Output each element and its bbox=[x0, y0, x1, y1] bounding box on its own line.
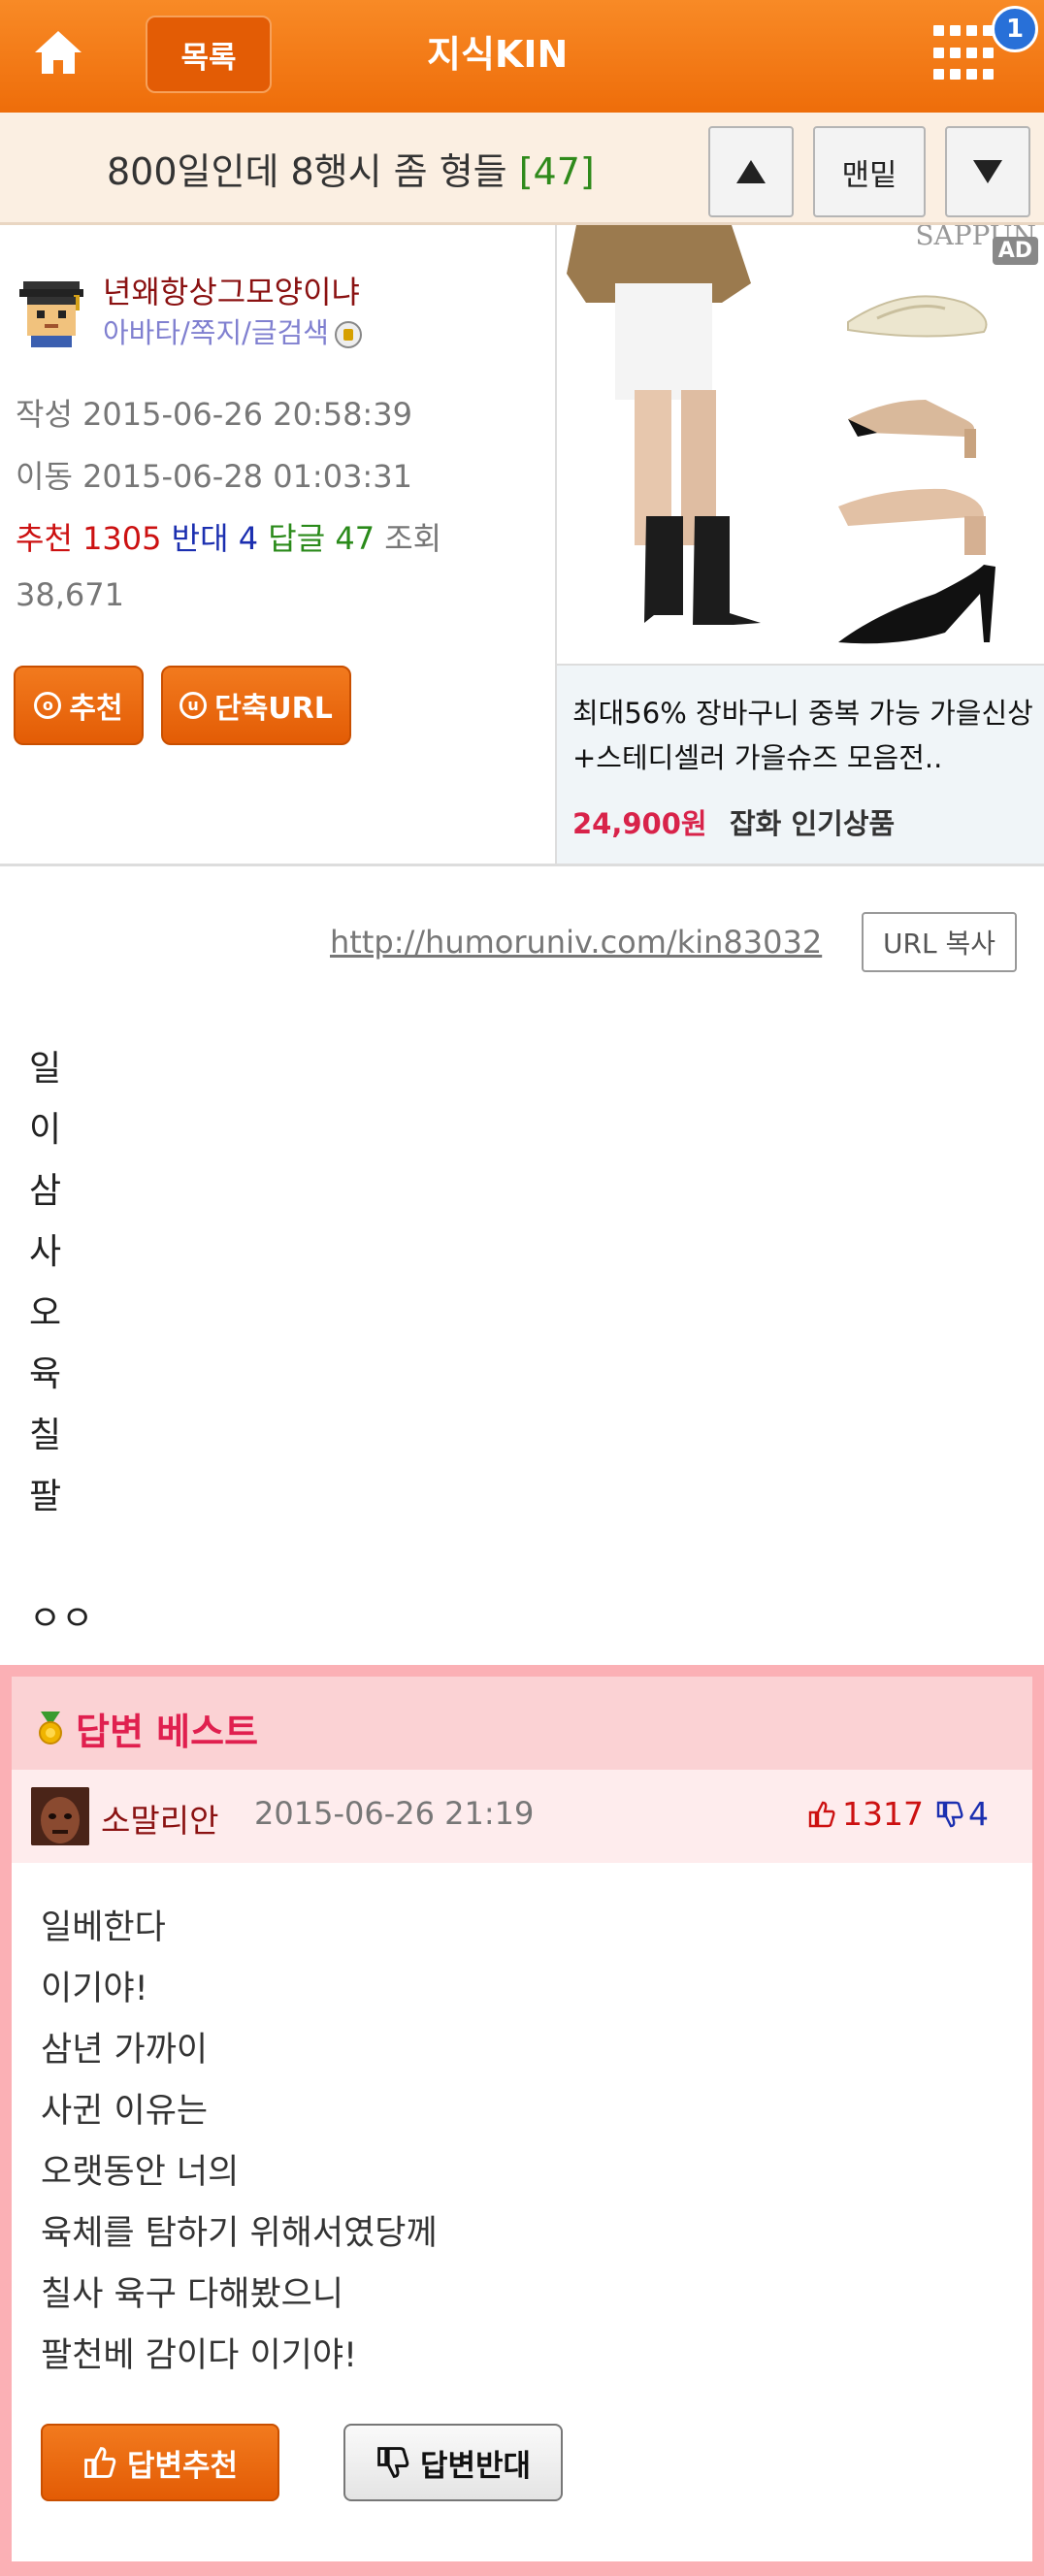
ad-image[interactable]: SAPPUN AD bbox=[557, 225, 1044, 664]
thumbs-up-icon bbox=[808, 1801, 835, 1827]
post-title-text: 800일인데 8행시 좀 형들 bbox=[107, 150, 507, 193]
copy-url-button[interactable]: URL 복사 bbox=[862, 912, 1017, 972]
post-body: 일 이 삼 사 오 육 칠 팔 ㅇㅇ bbox=[29, 1038, 93, 1649]
grid-menu-icon[interactable] bbox=[933, 25, 994, 85]
post-stats: 추천 1305 반대 4 답글 47 조회 bbox=[16, 514, 441, 559]
reply-header: 소말리안 2015-06-26 21:19 1317 4 bbox=[12, 1770, 1032, 1863]
section-divider bbox=[0, 864, 1044, 866]
reply-line: 사귄 이유는 bbox=[41, 2092, 209, 2131]
post-line: 칠 bbox=[29, 1416, 62, 1455]
answer-oppose-button[interactable]: 답변반대 bbox=[343, 2424, 563, 2501]
answer-oppose-label: 답변반대 bbox=[419, 2448, 532, 2484]
recommend-button-label: 추천 bbox=[69, 692, 123, 726]
best-answer-title: 답변 베스트 bbox=[76, 1711, 259, 1753]
recommend-icon: o bbox=[34, 692, 62, 719]
views-count: 38,671 bbox=[16, 576, 124, 613]
reply-label: 답글 bbox=[268, 520, 326, 557]
reply-down-count: 4 bbox=[935, 1795, 989, 1833]
recommend-count: 1305 bbox=[82, 520, 162, 557]
avatar[interactable] bbox=[16, 276, 87, 347]
scroll-top-button[interactable] bbox=[708, 126, 794, 217]
post-info-panel: 년왜항상그모양이냐 아바타/쪽지/글검색 작성 2015-06-26 20:58… bbox=[0, 225, 555, 864]
author-links-text[interactable]: 아바타/쪽지/글검색 bbox=[103, 316, 329, 349]
recommend-button[interactable]: o 추천 bbox=[14, 666, 144, 745]
recommend-label: 추천 bbox=[16, 520, 73, 557]
short-url-button-label: 단축URL bbox=[214, 692, 333, 726]
post-line: 사 bbox=[29, 1232, 62, 1272]
reply-line: 일베한다 bbox=[41, 1908, 166, 1947]
best-answer-header: 답변 베스트 bbox=[12, 1677, 1032, 1770]
ad-info[interactable]: 최대56% 장바구니 중복 가능 가을신상+스테디셀러 가을슈즈 모음전.. 2… bbox=[557, 664, 1044, 864]
answer-recommend-button[interactable]: 답변추천 bbox=[41, 2424, 279, 2501]
moved-date: 이동 2015-06-28 01:03:31 bbox=[16, 452, 412, 497]
app-title[interactable]: 지식KIN bbox=[427, 25, 708, 83]
post-line: 팔 bbox=[29, 1477, 62, 1516]
post-url-link[interactable]: http://humoruniv.com/kin83032 bbox=[330, 924, 822, 961]
ad-category: 잡화 인기상품 bbox=[730, 807, 896, 840]
post-line: 삼 bbox=[29, 1171, 62, 1211]
post-line: 이 bbox=[29, 1110, 62, 1150]
post-line: 육 bbox=[29, 1354, 62, 1394]
oppose-count: 4 bbox=[238, 520, 259, 557]
post-line: 오 bbox=[29, 1293, 62, 1333]
created-value: 2015-06-26 20:58:39 bbox=[82, 396, 412, 433]
reply-down-value: 4 bbox=[968, 1795, 989, 1833]
short-url-icon: u bbox=[179, 692, 208, 719]
notification-badge[interactable]: 1 bbox=[992, 6, 1038, 52]
best-answer-section: 답변 베스트 소말리안 2015-06-26 21:19 1317 4 일베한다… bbox=[0, 1665, 1044, 2576]
ad-badge: AD bbox=[992, 237, 1038, 265]
views-label: 조회 bbox=[384, 520, 442, 557]
top-bar: 목록 지식KIN 1 bbox=[0, 0, 1044, 113]
created-label: 작성 bbox=[16, 396, 73, 433]
answer-recommend-label: 답변추천 bbox=[126, 2448, 239, 2484]
thumbs-down-icon bbox=[936, 1801, 963, 1827]
author-name[interactable]: 년왜항상그모양이냐 bbox=[103, 268, 360, 312]
post-title-bar: 800일인데 8행시 좀 형들 [47] 맨밑 bbox=[0, 113, 1044, 225]
reply-count: [47] bbox=[518, 150, 595, 193]
ad-description[interactable]: 최대56% 장바구니 중복 가능 가을신상+스테디셀러 가을슈즈 모음전.. bbox=[572, 691, 1038, 780]
reply-line: 육체를 탐하기 위해서였당께 bbox=[41, 2214, 438, 2253]
reply-date: 2015-06-26 21:19 bbox=[254, 1795, 535, 1832]
post-title: 800일인데 8행시 좀 형들 [47] bbox=[107, 142, 595, 195]
home-icon[interactable] bbox=[29, 23, 87, 82]
ad-price: 24,900원 bbox=[572, 807, 707, 840]
medal-icon bbox=[39, 1712, 62, 1745]
moved-value: 2015-06-28 01:03:31 bbox=[82, 458, 412, 495]
scroll-down-button[interactable] bbox=[945, 126, 1030, 217]
reply-line: 오랫동안 너의 bbox=[41, 2153, 240, 2192]
reply-line: 이기야! bbox=[41, 1970, 148, 2008]
author-links[interactable]: 아바타/쪽지/글검색 bbox=[103, 310, 362, 351]
scroll-bottom-button[interactable]: 맨밑 bbox=[813, 126, 926, 217]
reply-up-value: 1317 bbox=[842, 1795, 924, 1833]
reply-avatar[interactable] bbox=[31, 1787, 89, 1845]
reply-body: 일베한다 이기야! 삼년 가까이 사귄 이유는 오랫동안 너의 육체를 탐하기 … bbox=[41, 1898, 438, 2387]
created-date: 작성 2015-06-26 20:58:39 bbox=[16, 390, 412, 435]
reply-line: 삼년 가까이 bbox=[41, 2031, 209, 2070]
arrow-up-icon bbox=[736, 160, 766, 183]
list-button[interactable]: 목록 bbox=[146, 16, 272, 93]
thumbs-down-icon bbox=[377, 2447, 409, 2478]
oppose-label: 반대 bbox=[171, 520, 229, 557]
reply-stat-count: 47 bbox=[335, 520, 375, 557]
thumbs-up-icon bbox=[84, 2447, 116, 2478]
arrow-down-icon bbox=[973, 160, 1002, 183]
moved-label: 이동 bbox=[16, 458, 73, 495]
post-line-tail: ㅇㅇ bbox=[29, 1599, 94, 1639]
ad-panel[interactable]: SAPPUN AD 최대56% 장바구니 중복 가능 가을신상+스테디셀러 가을… bbox=[555, 225, 1044, 864]
short-url-button[interactable]: u 단축URL bbox=[161, 666, 351, 745]
reply-line: 칠사 육구 다해봤으니 bbox=[41, 2275, 344, 2314]
post-line: 일 bbox=[29, 1049, 62, 1089]
reply-up-count: 1317 bbox=[807, 1795, 924, 1833]
best-answer-card: 답변 베스트 소말리안 2015-06-26 21:19 1317 4 일베한다… bbox=[12, 1677, 1032, 2561]
reply-author[interactable]: 소말리안 bbox=[101, 1795, 218, 1842]
reply-line: 팔천베 감이다 이기야! bbox=[41, 2336, 358, 2375]
rank-medal-icon bbox=[334, 321, 362, 348]
